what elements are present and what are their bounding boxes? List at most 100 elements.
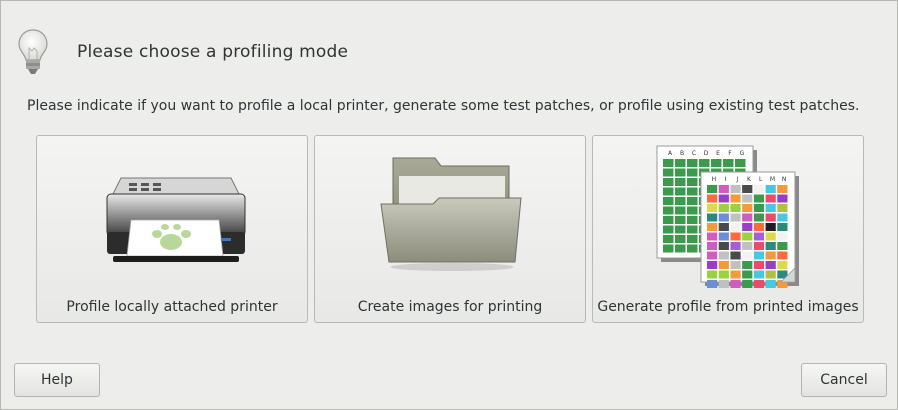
front-sheet-patch <box>742 204 753 212</box>
back-sheet-patch <box>675 197 686 205</box>
front-sheet-patch <box>730 194 741 203</box>
folder-icon <box>380 157 522 271</box>
front-sheet-patch <box>730 232 741 241</box>
back-sheet-patch <box>675 206 686 215</box>
back-sheet-patch <box>675 159 686 167</box>
front-sheet-patch <box>777 185 788 193</box>
front-sheet-patch <box>730 270 741 279</box>
front-sheet-patch <box>742 270 753 279</box>
front-sheet-patch <box>753 204 765 212</box>
front-sheet-patch <box>718 204 729 212</box>
front-sheet-patch <box>777 232 788 241</box>
front-sheet-patch <box>707 185 718 193</box>
front-sheet-patch <box>777 204 788 212</box>
back-sheet-patch <box>675 216 686 224</box>
front-sheet-patch <box>765 242 776 250</box>
front-sheet-patch <box>742 185 753 193</box>
profile-local-printer-label: Profile locally attached printer <box>66 299 278 315</box>
back-sheet-patch <box>687 225 698 234</box>
front-sheet-patch <box>707 270 718 279</box>
generate-profile-label: Generate profile from printed images <box>597 299 859 315</box>
front-sheet-patch <box>742 194 753 203</box>
front-sheet-patch <box>753 251 765 260</box>
front-sheet-patch <box>730 242 741 250</box>
front-sheet-patch <box>707 223 718 231</box>
back-sheet-patch <box>687 178 698 186</box>
front-sheet-patch <box>765 270 776 279</box>
front-sheet-patch <box>707 280 718 288</box>
front-sheet-patch <box>707 232 718 241</box>
back-sheet-patch <box>675 225 686 234</box>
front-sheet-col-label: M <box>770 176 775 183</box>
front-sheet-col-label: N <box>782 176 787 183</box>
front-sheet-patch <box>753 242 765 250</box>
back-sheet-col-label: G <box>740 150 745 157</box>
front-sheet-col-label: H <box>712 176 717 183</box>
front-sheet-patch <box>753 280 765 288</box>
front-sheet-patch <box>753 223 765 231</box>
front-sheet-patch <box>730 185 741 193</box>
back-sheet-patch <box>675 178 686 186</box>
front-sheet-patch <box>730 261 741 269</box>
front-sheet-patch <box>718 194 729 203</box>
front-sheet-patch <box>765 232 776 241</box>
front-sheet-patch <box>718 251 729 260</box>
front-sheet-col-label: J <box>735 176 738 183</box>
back-sheet-patch <box>675 168 686 177</box>
help-button[interactable]: Help <box>14 363 100 397</box>
front-sheet-patch <box>730 223 741 231</box>
dialog-title: Please choose a profiling mode <box>77 42 349 62</box>
generate-profile-button[interactable]: ABCDEFGHIJKLMN Generate profile from pri… <box>592 135 864 323</box>
back-sheet-patch <box>687 197 698 205</box>
front-sheet-patch <box>777 251 788 260</box>
back-sheet-patch <box>663 197 674 205</box>
back-sheet-patch <box>663 244 674 253</box>
back-sheet-col-label: B <box>680 150 684 157</box>
front-sheet-patch <box>707 213 718 222</box>
back-sheet-patch <box>687 168 698 177</box>
back-sheet-patch <box>687 244 698 253</box>
back-sheet-patch <box>687 235 698 243</box>
front-sheet-patch <box>718 232 729 241</box>
cancel-button[interactable]: Cancel <box>801 363 887 397</box>
front-sheet-patch <box>707 261 718 269</box>
front-sheet-patch <box>777 223 788 231</box>
front-sheet-patch <box>753 213 765 222</box>
back-sheet-patch <box>675 187 686 196</box>
front-sheet-patch <box>742 232 753 241</box>
front-sheet-patch <box>718 270 729 279</box>
front-sheet-patch <box>765 223 776 231</box>
front-sheet-patch <box>742 242 753 250</box>
create-images-button[interactable]: Create images for printing <box>314 135 586 323</box>
back-sheet-patch <box>663 216 674 224</box>
front-sheet-patch <box>753 270 765 279</box>
front-sheet-patch <box>742 213 753 222</box>
profiling-mode-dialog: Please choose a profiling mode Please in… <box>0 0 898 410</box>
front-sheet-patch <box>777 261 788 269</box>
profile-local-printer-button[interactable]: Profile locally attached printer <box>36 135 308 323</box>
front-sheet-patch <box>707 242 718 250</box>
back-sheet-patch <box>663 206 674 215</box>
front-sheet-patch <box>765 213 776 222</box>
front-sheet-patch <box>753 261 765 269</box>
front-sheet-patch <box>765 204 776 212</box>
lightbulb-icon <box>18 29 48 74</box>
back-sheet-patch <box>711 159 722 167</box>
front-sheet-patch <box>753 232 765 241</box>
back-sheet-patch <box>687 159 698 167</box>
front-sheet-patch <box>765 185 776 193</box>
front-sheet-patch <box>707 251 718 260</box>
front-sheet-patch <box>718 213 729 222</box>
front-sheet-patch <box>718 223 729 231</box>
front-sheet-patch <box>777 242 788 250</box>
front-sheet-patch <box>742 261 753 269</box>
front-sheet-patch <box>777 194 788 203</box>
back-sheet-col-label: D <box>704 150 709 157</box>
front-sheet-patch <box>718 242 729 250</box>
front-sheet-patch <box>765 261 776 269</box>
back-sheet-patch <box>675 244 686 253</box>
back-sheet-col-label: E <box>716 150 720 157</box>
back-sheet-patch <box>675 235 686 243</box>
front-sheet-patch <box>730 204 741 212</box>
back-sheet-patch <box>663 159 674 167</box>
